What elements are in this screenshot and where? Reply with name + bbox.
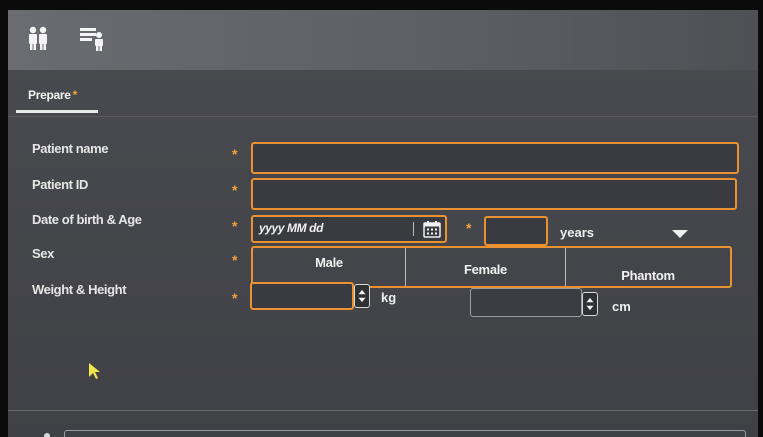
tab-prepare-label: Prepare — [28, 88, 71, 102]
patient-id-label: Patient ID — [32, 177, 88, 192]
sex-option-male[interactable]: Male — [253, 248, 405, 286]
sex-option-phantom[interactable]: Phantom — [565, 248, 730, 286]
app-screen: Prepare * Patient name * Patient ID * Dat… — [8, 10, 758, 437]
weight-stepper-icon[interactable] — [354, 284, 370, 308]
tab-prepare-required-mark: * — [72, 88, 78, 102]
patient-id-required-mark: * — [232, 182, 238, 198]
weight-height-label: Weight & Height — [32, 282, 127, 297]
sex-label: Sex — [32, 246, 54, 261]
date-of-birth-input[interactable]: yyyy MM dd — [251, 215, 447, 243]
calendar-icon[interactable] — [423, 220, 441, 238]
mouse-cursor-icon — [89, 363, 100, 379]
patient-name-label: Patient name — [32, 141, 109, 156]
patient-name-input[interactable] — [251, 142, 739, 174]
height-input[interactable] — [470, 288, 582, 317]
age-required-mark: * — [466, 220, 472, 236]
patient-name-required-mark: * — [232, 146, 238, 162]
sex-required-mark: * — [232, 252, 238, 268]
tab-strip: Prepare * — [8, 72, 758, 117]
active-tab-indicator — [16, 110, 98, 113]
sex-option-female[interactable]: Female — [405, 248, 565, 286]
bottom-indicator-icon — [44, 433, 50, 437]
dob-age-label: Date of birth & Age — [32, 212, 142, 227]
age-unit-dropdown-arrow-icon[interactable] — [672, 230, 688, 238]
date-separator — [413, 222, 414, 236]
height-unit-label: cm — [612, 299, 631, 314]
age-unit-label: years — [560, 225, 594, 240]
patients-icon[interactable] — [24, 24, 52, 52]
worklist-icon[interactable] — [78, 24, 106, 52]
height-stepper-icon[interactable] — [582, 292, 598, 316]
weight-input[interactable] — [250, 282, 354, 310]
age-input[interactable] — [484, 216, 548, 246]
tab-prepare[interactable]: Prepare * — [16, 78, 89, 110]
date-of-birth-placeholder: yyyy MM dd — [259, 221, 324, 235]
top-toolbar — [8, 10, 758, 70]
bottom-divider — [8, 410, 758, 411]
bottom-input-field[interactable] — [64, 430, 746, 437]
weight-unit-label: kg — [381, 290, 397, 305]
tab-divider — [8, 116, 758, 117]
patient-id-input[interactable] — [251, 178, 737, 210]
weight-required-mark: * — [232, 290, 238, 306]
dob-required-mark: * — [232, 218, 238, 234]
